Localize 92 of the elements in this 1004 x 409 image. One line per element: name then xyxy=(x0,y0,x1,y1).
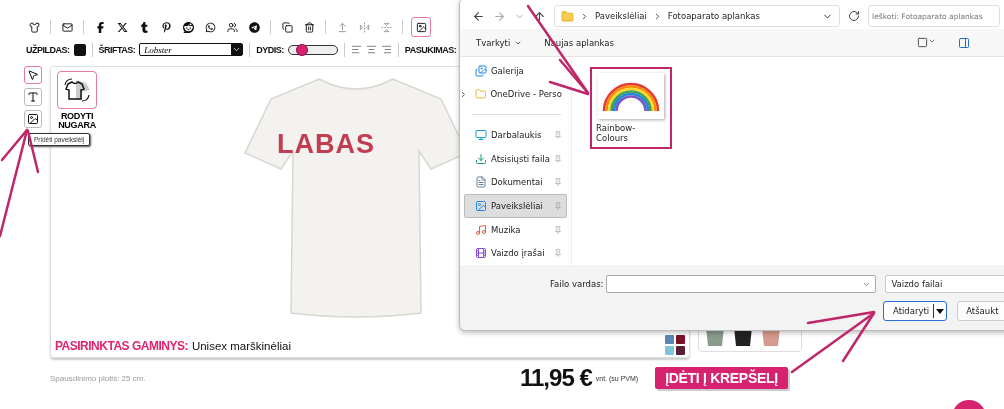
show-back-label: RODYTI NUGARA xyxy=(57,112,97,130)
filename-field[interactable] xyxy=(606,275,877,293)
pin-icon xyxy=(554,201,562,210)
reddit-button[interactable] xyxy=(180,19,196,35)
rotation-label: PASUKIMAS: xyxy=(404,44,457,55)
price: 11,95 € xyxy=(520,364,592,392)
image-icon xyxy=(27,113,39,125)
address-bar[interactable]: Paveikslėliai Fotoaparato aplankas xyxy=(554,5,840,27)
image-icon xyxy=(475,199,487,212)
image-tool[interactable] xyxy=(24,110,42,128)
color-swatch[interactable] xyxy=(676,346,685,355)
trash-icon xyxy=(303,21,315,33)
font-select[interactable]: Lobster xyxy=(139,43,244,56)
nav-item[interactable]: Darbalaukis xyxy=(464,123,567,147)
shirt-icon xyxy=(28,21,40,33)
filename-label: Failo vardas: xyxy=(550,279,604,289)
caret-icon xyxy=(936,308,945,314)
nav-item[interactable]: Atsisiųsti faila xyxy=(464,146,567,171)
cancel-button[interactable]: Atšaukt xyxy=(957,301,1004,321)
x-icon xyxy=(116,21,128,33)
mail-icon xyxy=(61,21,73,33)
folder-icon xyxy=(474,88,487,101)
tumblr-icon xyxy=(138,21,150,33)
video-icon xyxy=(475,247,487,260)
command-button[interactable]: Tvarkyti xyxy=(476,37,523,48)
music-icon xyxy=(475,223,487,236)
view-icon[interactable] xyxy=(917,37,936,48)
people-icon xyxy=(226,21,238,33)
shirt-flip-icon xyxy=(62,76,92,104)
add-to-cart-button[interactable]: ĮDĖTI Į KREPŠELĮ xyxy=(655,367,788,389)
nav-item[interactable]: Muzika xyxy=(464,217,567,242)
gallery-icon xyxy=(475,64,487,77)
pin-icon xyxy=(554,225,562,234)
pin-icon xyxy=(554,249,562,258)
size-slider[interactable] xyxy=(287,44,338,55)
flip-horizontal-icon xyxy=(358,21,370,33)
breadcrumb[interactable]: Paveikslėliai xyxy=(595,11,647,21)
pin-icon xyxy=(554,131,562,140)
refresh-icon[interactable] xyxy=(848,10,860,22)
nav-item[interactable]: Galerija xyxy=(464,59,567,83)
print-width-text: Spausdinimo plotis: 25 cm. xyxy=(50,373,147,383)
color-swatch[interactable] xyxy=(665,335,674,344)
align-left-icon[interactable] xyxy=(350,44,362,55)
image-button[interactable] xyxy=(411,17,431,37)
rainbow-thumbnail xyxy=(598,73,664,119)
flip-vertical-icon xyxy=(380,21,392,33)
arrow-up-icon xyxy=(336,21,348,33)
file-type-select[interactable]: Vaizdo failai xyxy=(885,275,1004,293)
align-right-icon[interactable] xyxy=(380,44,392,55)
align-center-icon[interactable] xyxy=(365,44,377,55)
breadcrumb[interactable]: Fotoaparato aplankas xyxy=(667,11,760,21)
nav-item[interactable]: Vaizdo įrašai xyxy=(464,241,567,265)
selected-product-value: Unisex marškinėliai xyxy=(191,340,291,352)
whatsapp-icon xyxy=(204,21,216,33)
up-icon[interactable] xyxy=(533,9,546,23)
folder-icon xyxy=(561,9,574,23)
download-icon xyxy=(475,152,487,165)
shirt-print-text[interactable]: LABAS xyxy=(241,129,411,160)
pinterest-icon xyxy=(160,21,172,33)
size-label: DYDIS: xyxy=(256,44,284,55)
pointer-tool[interactable] xyxy=(24,66,42,84)
back-icon[interactable] xyxy=(472,9,485,23)
fill-label: UŽPILDAS: xyxy=(26,44,70,55)
slider-thumb[interactable] xyxy=(295,43,308,56)
pin-icon xyxy=(554,178,562,187)
nav-item[interactable]: OneDrive - Perso xyxy=(464,82,567,107)
image-icon xyxy=(415,21,427,33)
facebook-icon xyxy=(94,21,106,33)
expand-icon[interactable] xyxy=(460,89,468,99)
nav-item[interactable]: Paveikslėliai xyxy=(464,194,567,218)
nav-item[interactable]: Dokumentai xyxy=(464,170,567,195)
pointer-icon xyxy=(27,69,39,81)
copy-icon xyxy=(281,21,293,33)
fill-color-swatch[interactable] xyxy=(73,43,86,56)
color-swatch[interactable] xyxy=(665,346,674,355)
font-label: ŠRIFTAS: xyxy=(98,44,136,55)
telegram-icon xyxy=(248,21,260,33)
pin-icon xyxy=(554,154,562,163)
document-icon xyxy=(475,176,487,189)
file-item[interactable]: Rainbow-Colours xyxy=(590,67,672,149)
chevron-right-icon xyxy=(580,11,589,21)
reddit-icon xyxy=(182,21,194,33)
file-name: Rainbow-Colours xyxy=(596,123,637,143)
show-back-button[interactable] xyxy=(57,71,97,109)
text-icon xyxy=(27,91,39,103)
color-swatch[interactable] xyxy=(676,335,685,344)
text-tool[interactable] xyxy=(24,88,42,106)
open-button[interactable]: Atidaryti xyxy=(883,301,948,321)
selected-product-label: PASIRINKTAS GAMINYS: xyxy=(55,339,188,353)
desktop-icon xyxy=(475,129,487,142)
caret-icon xyxy=(232,45,242,54)
preview-pane-icon[interactable] xyxy=(958,36,970,49)
